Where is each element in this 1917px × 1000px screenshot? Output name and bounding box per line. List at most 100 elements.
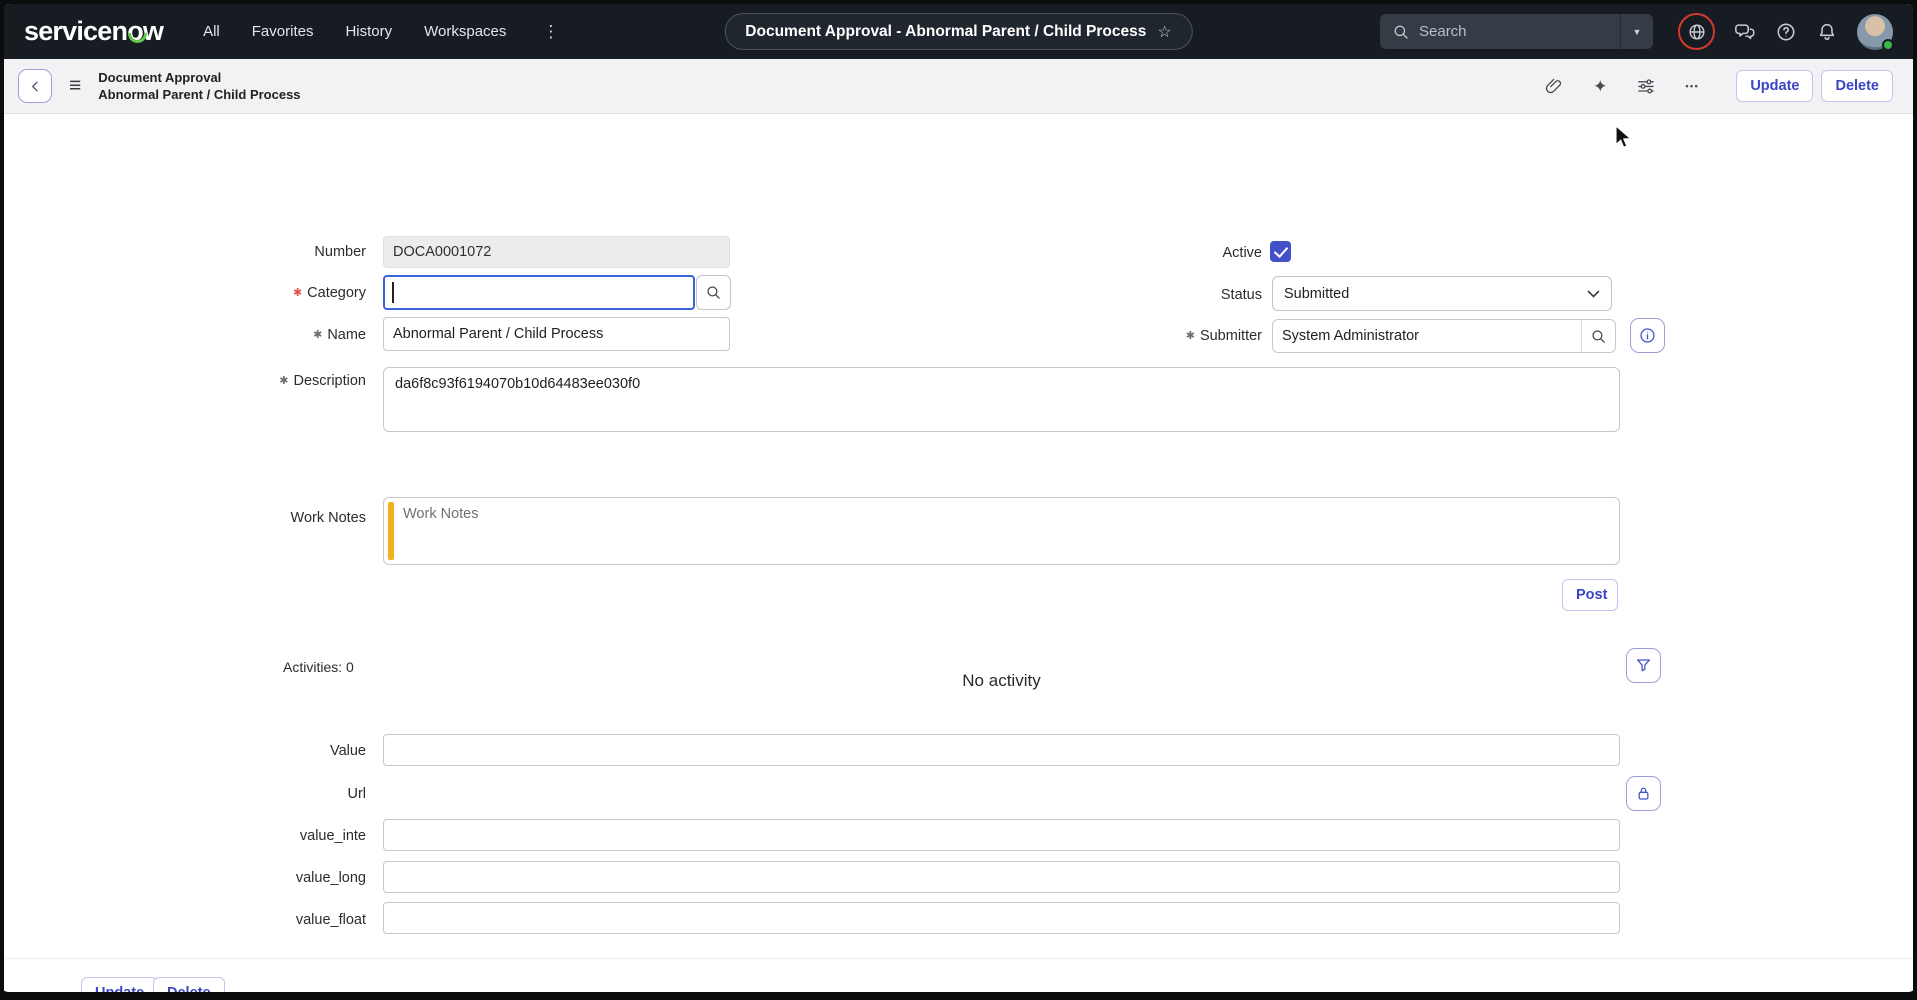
section-divider bbox=[4, 958, 1913, 959]
nav-more-icon[interactable]: ⋮ bbox=[538, 22, 563, 42]
submitter-preview-button[interactable] bbox=[1630, 318, 1665, 353]
topnav-right-cluster: Search ▼ bbox=[1380, 13, 1893, 50]
attachment-paperclip-icon[interactable] bbox=[1544, 76, 1564, 96]
value-float-field[interactable] bbox=[383, 902, 1620, 934]
global-search-placeholder: Search bbox=[1419, 23, 1467, 40]
record-form: Number Active ✱ Category Status Submitted… bbox=[4, 114, 1913, 992]
url-label: Url bbox=[100, 786, 366, 802]
nav-item-all[interactable]: All bbox=[203, 23, 220, 40]
primary-nav: All Favorites History Workspaces ⋮ bbox=[203, 22, 563, 42]
value-inte-label: value_inte bbox=[100, 828, 366, 844]
delete-button-bottom[interactable]: Delete bbox=[153, 977, 225, 1000]
record-header-bar: ≡ Document Approval Abnormal Parent / Ch… bbox=[4, 59, 1913, 114]
category-label-text: Category bbox=[307, 285, 366, 301]
servicenow-logo[interactable]: servicenow bbox=[24, 16, 163, 47]
back-button[interactable] bbox=[18, 69, 52, 103]
description-label-text: Description bbox=[293, 373, 366, 389]
number-field[interactable] bbox=[383, 236, 730, 268]
logo-o-accent: o bbox=[127, 16, 143, 47]
funnel-icon bbox=[1634, 656, 1653, 675]
form-context-menu-icon[interactable]: ≡ bbox=[69, 74, 81, 98]
global-search-input[interactable]: Search bbox=[1380, 14, 1620, 49]
search-icon bbox=[705, 284, 722, 301]
info-icon bbox=[1638, 326, 1657, 345]
submitter-field[interactable] bbox=[1272, 319, 1616, 353]
record-title: Document Approval Abnormal Parent / Chil… bbox=[98, 69, 300, 103]
personalize-sparkle-icon[interactable]: ✦ bbox=[1593, 78, 1607, 95]
search-icon bbox=[1590, 328, 1607, 345]
value-long-field[interactable] bbox=[383, 861, 1620, 893]
nav-item-favorites[interactable]: Favorites bbox=[252, 23, 314, 40]
status-select[interactable]: Submitted bbox=[1272, 276, 1612, 311]
required-icon: ✱ bbox=[293, 287, 302, 299]
value-label: Value bbox=[100, 743, 366, 759]
work-notes-box bbox=[383, 497, 1620, 565]
activity-filter-button[interactable] bbox=[1626, 648, 1661, 683]
required-icon: ✱ bbox=[313, 329, 322, 341]
record-title-name: Abnormal Parent / Child Process bbox=[98, 86, 300, 103]
text-cursor bbox=[392, 282, 394, 303]
caret-down-icon: ▼ bbox=[1633, 27, 1642, 37]
update-button-bottom[interactable]: Update bbox=[81, 977, 158, 1000]
delete-button[interactable]: Delete bbox=[1821, 70, 1893, 102]
name-label-text: Name bbox=[327, 327, 366, 343]
no-activity-message: No activity bbox=[383, 671, 1620, 691]
work-notes-label: Work Notes bbox=[100, 510, 366, 526]
form-settings-sliders-icon[interactable] bbox=[1636, 76, 1656, 96]
submitter-label: ✱ Submitter bbox=[1044, 328, 1262, 344]
submitter-label-text: Submitter bbox=[1200, 328, 1262, 344]
header-buttons: Update Delete bbox=[1736, 70, 1893, 102]
name-label: ✱ Name bbox=[100, 327, 366, 343]
description-field[interactable]: da6f8c93f6194070b10d64483ee030f0 bbox=[383, 367, 1620, 432]
category-field[interactable] bbox=[383, 275, 695, 310]
update-button[interactable]: Update bbox=[1736, 70, 1813, 102]
global-search-group: Search ▼ bbox=[1380, 14, 1653, 49]
value-long-label: value_long bbox=[100, 870, 366, 886]
context-record-pill[interactable]: Document Approval - Abnormal Parent / Ch… bbox=[724, 13, 1192, 50]
app-window: servicenow All Favorites History Workspa… bbox=[0, 0, 1917, 1000]
name-field[interactable] bbox=[383, 317, 730, 351]
lock-icon bbox=[1634, 784, 1653, 803]
value-field[interactable] bbox=[383, 734, 1620, 766]
top-nav-bar: servicenow All Favorites History Workspa… bbox=[4, 4, 1913, 59]
required-icon: ✱ bbox=[279, 375, 288, 387]
category-label: ✱ Category bbox=[100, 285, 366, 301]
presence-status-dot bbox=[1882, 39, 1894, 51]
category-lookup-button[interactable] bbox=[696, 275, 731, 310]
mouse-cursor bbox=[1612, 125, 1634, 150]
value-float-label: value_float bbox=[100, 912, 366, 928]
search-icon bbox=[1392, 23, 1410, 41]
url-lock-button[interactable] bbox=[1626, 776, 1661, 811]
post-button[interactable]: Post bbox=[1562, 579, 1618, 611]
search-scope-caret[interactable]: ▼ bbox=[1620, 14, 1653, 49]
active-checkbox[interactable] bbox=[1270, 241, 1291, 262]
status-label: Status bbox=[1084, 287, 1262, 303]
submitter-reference-field bbox=[1272, 319, 1616, 353]
user-avatar[interactable] bbox=[1857, 14, 1893, 50]
activities-count-label: Activities: 0 bbox=[283, 659, 354, 675]
status-value: Submitted bbox=[1284, 286, 1349, 302]
notifications-bell-button[interactable] bbox=[1816, 21, 1838, 43]
globe-button[interactable] bbox=[1678, 13, 1715, 50]
context-pill-label: Document Approval - Abnormal Parent / Ch… bbox=[745, 23, 1146, 41]
description-label: ✱ Description bbox=[100, 373, 366, 389]
record-header-actions: ✦ ••• Update Delete bbox=[1544, 70, 1899, 102]
value-inte-field[interactable] bbox=[383, 819, 1620, 851]
globe-icon bbox=[1687, 22, 1707, 42]
chevron-down-icon bbox=[1587, 290, 1600, 298]
logo-text-end: w bbox=[143, 16, 163, 46]
number-label: Number bbox=[100, 244, 366, 260]
work-notes-input[interactable] bbox=[384, 498, 1619, 564]
required-icon: ✱ bbox=[1186, 330, 1195, 342]
nav-item-workspaces[interactable]: Workspaces bbox=[424, 23, 506, 40]
submitter-lookup-button[interactable] bbox=[1581, 320, 1615, 352]
help-button[interactable] bbox=[1775, 21, 1797, 43]
chat-button[interactable] bbox=[1734, 21, 1756, 43]
record-title-table: Document Approval bbox=[98, 69, 300, 86]
more-options-icon[interactable]: ••• bbox=[1685, 81, 1699, 91]
active-label: Active bbox=[1084, 245, 1262, 261]
nav-item-history[interactable]: History bbox=[345, 23, 392, 40]
logo-text: servicen bbox=[24, 16, 127, 46]
favorite-star-icon[interactable]: ☆ bbox=[1157, 22, 1171, 42]
chevron-left-icon bbox=[26, 77, 45, 96]
